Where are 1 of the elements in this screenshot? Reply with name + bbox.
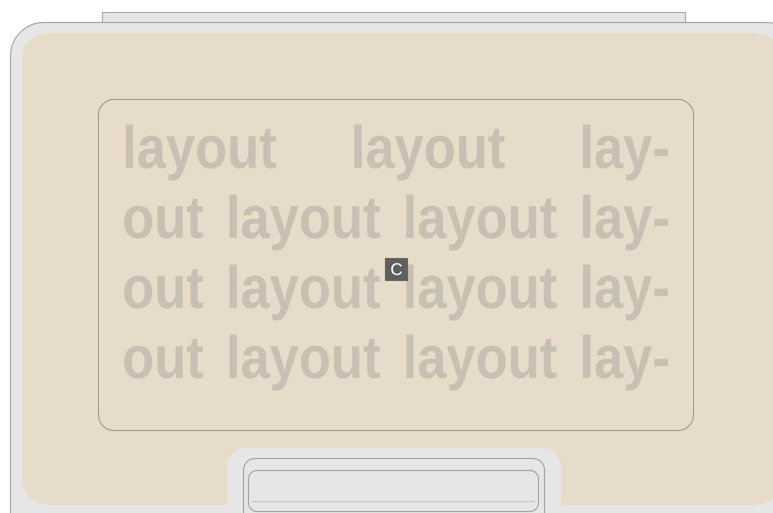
letter-badge: C bbox=[385, 258, 408, 281]
